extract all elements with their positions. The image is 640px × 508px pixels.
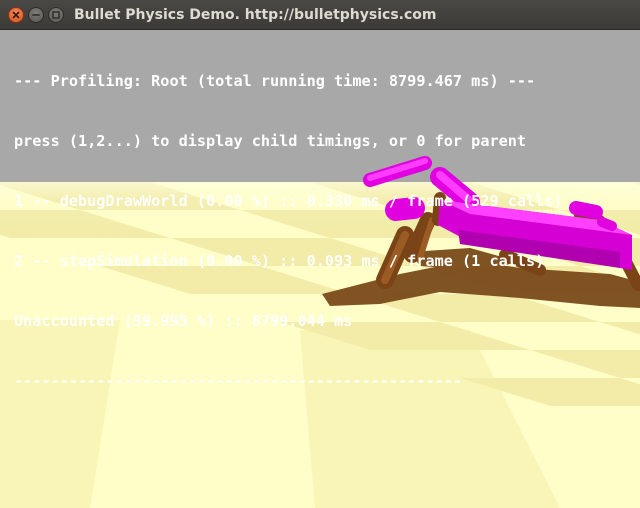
profiling-unaccounted: Unaccounted (99.995 %) :: 8799.044 ms <box>14 312 353 330</box>
window-title: Bullet Physics Demo. http://bulletphysic… <box>74 7 437 23</box>
app-window: Bullet Physics Demo. http://bulletphysic… <box>0 0 640 508</box>
maximize-button[interactable] <box>48 7 64 23</box>
title-bar[interactable]: Bullet Physics Demo. http://bulletphysic… <box>0 0 640 30</box>
profiling-entry: 1 -- debugDrawWorld (0.00 %) :: 0.330 ms… <box>14 192 563 210</box>
profiling-overlay: --- Profiling: Root (total running time:… <box>14 31 563 431</box>
minimize-icon <box>32 14 40 16</box>
render-viewport[interactable]: --- Profiling: Root (total running time:… <box>0 30 640 508</box>
minimize-button[interactable] <box>28 7 44 23</box>
close-button[interactable] <box>8 7 24 23</box>
profiling-entry: 2 -- stepSimulation (0.00 %) :: 0.093 ms… <box>14 252 545 270</box>
close-icon <box>12 11 20 19</box>
profiling-divider: ----------------------------------------… <box>14 372 463 390</box>
profiling-header: --- Profiling: Root (total running time:… <box>14 72 536 90</box>
maximize-icon <box>52 11 60 19</box>
profiling-hint: press (1,2...) to display child timings,… <box>14 132 527 150</box>
